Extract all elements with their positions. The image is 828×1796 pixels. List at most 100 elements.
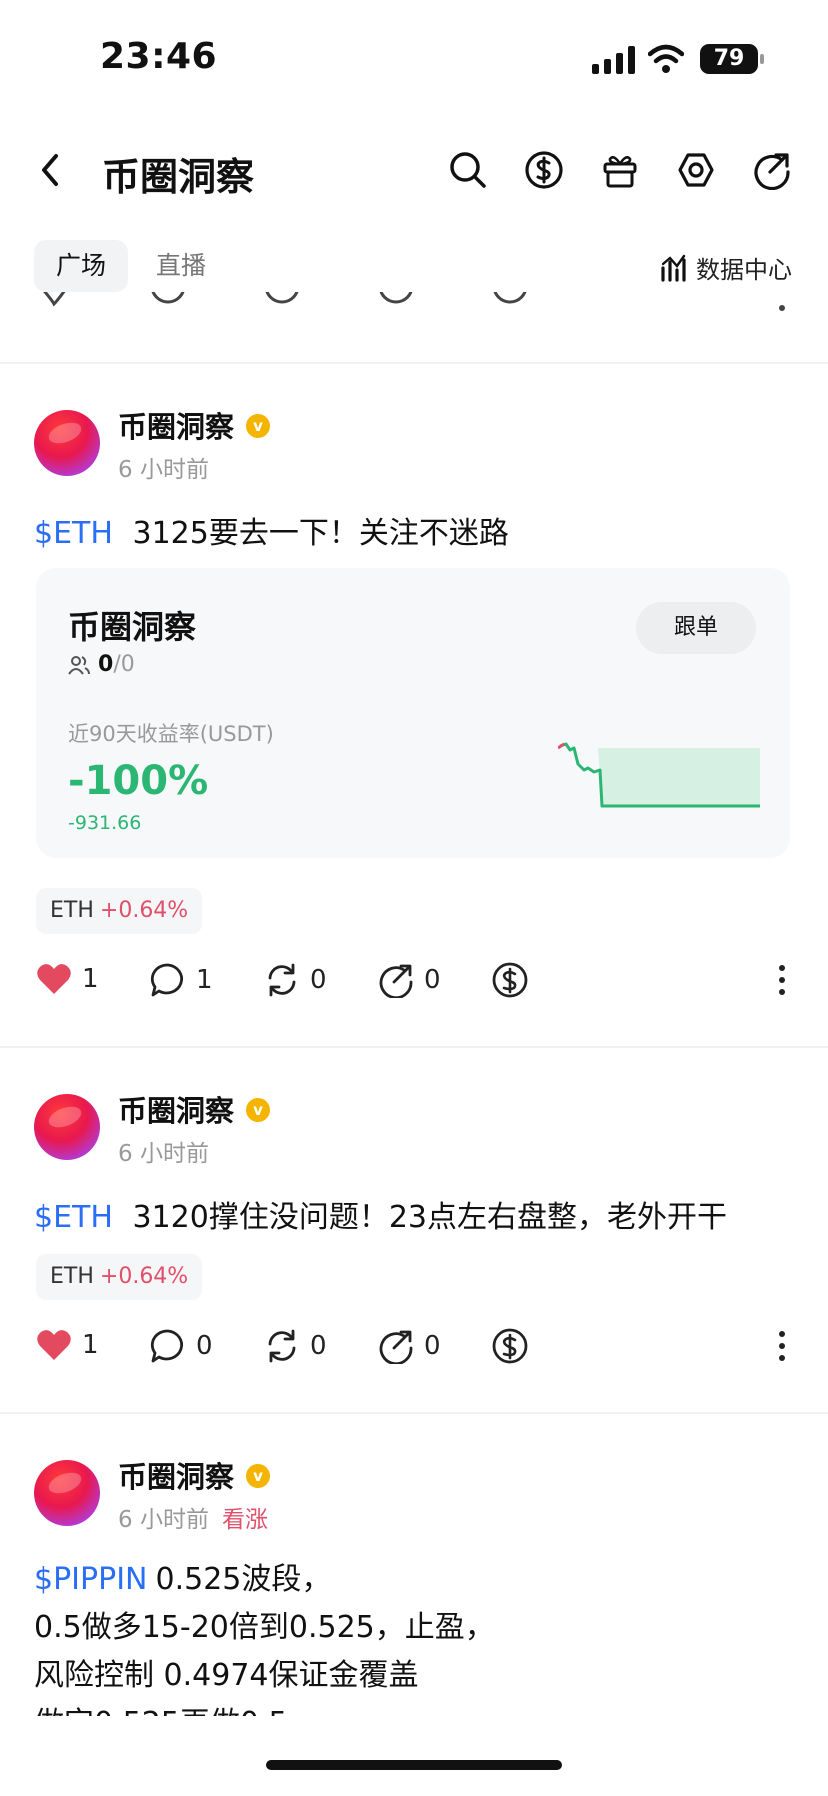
- follow-trade-button[interactable]: 跟单: [636, 602, 756, 654]
- forward-button[interactable]: 0: [378, 1328, 441, 1364]
- post-time: 6 小时前: [118, 1141, 209, 1167]
- coin-chip[interactable]: ETH +0.64%: [36, 888, 203, 934]
- tab-live[interactable]: 直播: [134, 240, 228, 292]
- divider: [0, 362, 828, 364]
- comment-button[interactable]: 1: [150, 962, 213, 998]
- settings-button[interactable]: [676, 150, 716, 194]
- chip-change: +0.64%: [99, 898, 189, 923]
- share-icon: [754, 153, 790, 191]
- repost-icon: [268, 963, 296, 997]
- like-count: 1: [82, 964, 99, 994]
- gift-icon: [603, 156, 637, 188]
- verified-badge-icon: v: [246, 1464, 270, 1488]
- author-name[interactable]: 币圈洞察: [118, 1454, 234, 1496]
- chip-symbol: ETH: [50, 1264, 94, 1289]
- forward-count: 0: [424, 965, 441, 995]
- author-name[interactable]: 币圈洞察: [118, 404, 234, 446]
- search-button[interactable]: [448, 150, 488, 194]
- status-time: 23:46: [100, 36, 218, 77]
- comment-icon: [150, 963, 184, 997]
- return-value: -931.66: [68, 812, 142, 834]
- post-line-3: 风险控制 0.4974保证金覆盖: [34, 1658, 419, 1693]
- post-meta: 6 小时前 看涨: [118, 1500, 268, 1534]
- dollar-button[interactable]: [524, 150, 564, 194]
- post-line-4: 做完0.525再做0.5: [34, 1700, 794, 1716]
- post-line-1: 0.525波段，: [155, 1562, 332, 1597]
- return-percent: -100%: [68, 758, 209, 804]
- avatar[interactable]: [34, 1094, 100, 1160]
- more-icon: [779, 965, 785, 995]
- comment-button[interactable]: 0: [150, 1328, 213, 1364]
- signal-icon: [592, 46, 636, 74]
- author-name[interactable]: 币圈洞察: [118, 1088, 234, 1130]
- return-label: 近90天收益率(USDT): [68, 722, 274, 746]
- chart-icon: [661, 254, 686, 282]
- battery-cap: [760, 54, 764, 64]
- avatar[interactable]: [34, 410, 100, 476]
- battery-level: 79: [713, 46, 745, 71]
- followers-icon: [68, 655, 90, 675]
- coin-tag[interactable]: $ETH: [34, 1200, 113, 1235]
- more-button[interactable]: [774, 1328, 790, 1364]
- repost-button[interactable]: 0: [264, 1328, 327, 1364]
- repost-button[interactable]: 0: [264, 962, 327, 998]
- post-content: $ETH 3120撑住没问题！23点左右盘整，老外开干: [34, 1192, 727, 1236]
- heart-icon: [37, 1330, 71, 1360]
- followers-count: 0: [98, 652, 114, 677]
- coin-tag[interactable]: $ETH: [34, 516, 113, 551]
- more-icon: [779, 1331, 785, 1361]
- post-line-2: 0.5做多15-20倍到0.525，止盈，: [34, 1610, 495, 1645]
- like-button[interactable]: 1: [36, 962, 99, 996]
- post-time: 6 小时前: [118, 457, 209, 483]
- heart-icon: [37, 964, 71, 994]
- card-trader-name: 币圈洞察: [68, 608, 197, 646]
- coin-tag[interactable]: $PIPPIN: [34, 1562, 148, 1597]
- copy-trade-card[interactable]: 币圈洞察 0/0 跟单 近90天收益率(USDT) -100% -931.66: [36, 568, 790, 858]
- previous-post-actions: [0, 292, 828, 316]
- back-icon: [42, 154, 58, 186]
- search-icon: [450, 152, 486, 188]
- verified-badge-icon: v: [246, 414, 270, 438]
- gift-button[interactable]: [600, 150, 640, 194]
- divider: [0, 1046, 828, 1048]
- forward-count: 0: [424, 1331, 441, 1361]
- post-time: 6 小时前: [118, 1507, 209, 1533]
- data-center-link[interactable]: 数据中心: [660, 250, 792, 285]
- like-button[interactable]: 1: [36, 1328, 99, 1362]
- back-button[interactable]: [34, 150, 68, 190]
- more-button[interactable]: [774, 962, 790, 998]
- comment-count: 1: [196, 965, 213, 995]
- followers-total: /0: [113, 652, 135, 677]
- post-text: 3120撑住没问题！23点左右盘整，老外开干: [132, 1200, 728, 1235]
- comment-icon: [150, 1329, 184, 1363]
- forward-icon: [379, 1330, 413, 1364]
- repost-count: 0: [310, 965, 327, 995]
- post-content: $PIPPIN 0.525波段， 0.5做多15-20倍到0.525，止盈， 风险…: [34, 1556, 794, 1716]
- forward-icon: [379, 964, 413, 998]
- return-sparkline: [558, 742, 760, 808]
- coin-chip[interactable]: ETH +0.64%: [36, 1254, 203, 1300]
- tab-plaza[interactable]: 广场: [34, 240, 129, 292]
- page-title: 币圈洞察: [102, 155, 255, 199]
- avatar[interactable]: [34, 1460, 100, 1526]
- tip-button[interactable]: [492, 962, 528, 998]
- repost-icon: [268, 1329, 296, 1363]
- like-count: 1: [82, 1330, 99, 1360]
- share-button[interactable]: [752, 150, 792, 194]
- tip-button[interactable]: [492, 1328, 528, 1364]
- verified-badge-icon: v: [246, 1098, 270, 1122]
- post-content: $ETH 3125要去一下！关注不迷路: [34, 508, 509, 552]
- post-text: 3125要去一下！关注不迷路: [132, 516, 509, 551]
- forward-button[interactable]: 0: [378, 962, 441, 998]
- home-indicator[interactable]: [266, 1760, 562, 1770]
- tip-icon: [492, 962, 528, 998]
- card-followers: 0/0: [68, 652, 135, 677]
- comment-count: 0: [196, 1331, 213, 1361]
- tip-icon: [492, 1328, 528, 1364]
- data-center-label: 数据中心: [696, 256, 792, 284]
- chip-symbol: ETH: [50, 898, 94, 923]
- dollar-icon: [525, 151, 563, 189]
- settings-icon: [678, 153, 714, 187]
- repost-count: 0: [310, 1331, 327, 1361]
- sentiment-badge: 看涨: [222, 1507, 269, 1533]
